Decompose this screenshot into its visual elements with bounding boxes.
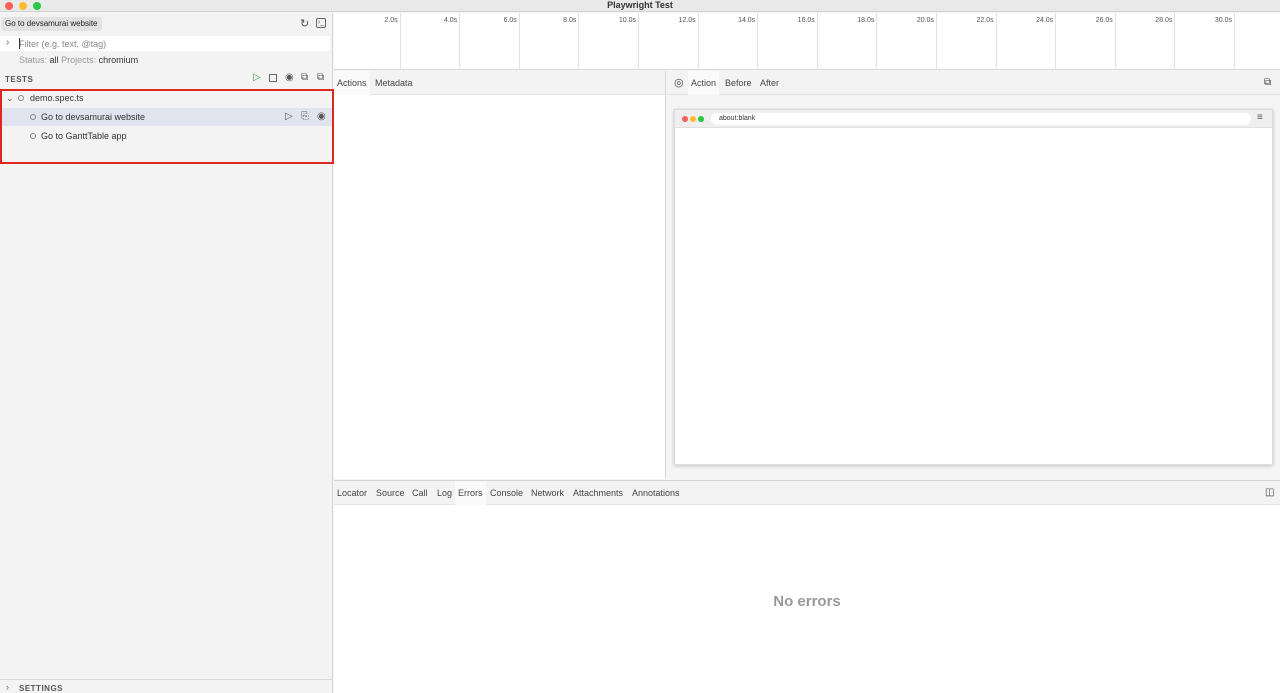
settings-section[interactable]: › SETTINGS bbox=[0, 679, 333, 693]
tab-after[interactable]: After bbox=[757, 71, 782, 95]
timeline-tick-label: 10.0s bbox=[618, 17, 636, 24]
title-bar: Playwright Test bbox=[0, 0, 1280, 12]
timeline-gridline bbox=[1055, 13, 1057, 70]
timeline-gridline bbox=[1174, 13, 1176, 70]
timeline-gridline bbox=[578, 13, 580, 70]
tab-actions[interactable]: Actions bbox=[334, 71, 370, 95]
tab-annotations[interactable]: Annotations bbox=[629, 481, 683, 505]
timeline-tick-label: 14.0s bbox=[738, 17, 756, 24]
tab-metadata[interactable]: Metadata bbox=[372, 71, 416, 95]
status-circle-icon bbox=[18, 95, 24, 101]
status-value: all bbox=[49, 55, 59, 65]
status-circle-icon bbox=[30, 114, 36, 120]
chevron-right-icon[interactable]: › bbox=[6, 682, 9, 692]
timeline-tick-label: 26.0s bbox=[1095, 17, 1113, 24]
reload-icon[interactable]: ↻ bbox=[300, 18, 309, 30]
tab-log[interactable]: Log bbox=[434, 481, 455, 505]
timeline-gridline bbox=[936, 13, 937, 70]
timeline-tick-label: 18.0s bbox=[857, 17, 875, 24]
timeline-tick-label: 22.0s bbox=[976, 17, 994, 24]
tree-test-row[interactable]: Go to devsamurai website ▷ ⎘ ◉ bbox=[0, 108, 333, 126]
tests-header: TESTS bbox=[5, 75, 34, 84]
timeline-gridline bbox=[995, 13, 997, 70]
timeline-gridline bbox=[876, 13, 878, 70]
timeline-gridline bbox=[816, 13, 818, 70]
browser-dot-yellow bbox=[690, 116, 696, 122]
timeline-tick-label: 2.0s bbox=[384, 17, 398, 24]
snapshot-tabbar: ◎ Action Before After ⧉ bbox=[667, 71, 1280, 95]
test-label: Go to GanttTable app bbox=[41, 131, 127, 141]
tab-network[interactable]: Network bbox=[528, 481, 567, 505]
projects-key: Projects: bbox=[61, 55, 97, 65]
timeline-tick-label: 6.0s bbox=[503, 17, 517, 24]
timeline-tick-label: 20.0s bbox=[916, 17, 934, 24]
snapshot-panel: ◎ Action Before After ⧉ about:blank ≡ bbox=[667, 71, 1280, 479]
timeline-gridline bbox=[1114, 13, 1116, 70]
timeline-gridline bbox=[518, 13, 520, 70]
timeline-tick-label: 24.0s bbox=[1036, 17, 1054, 24]
tab-locator[interactable]: Locator bbox=[334, 481, 370, 505]
bottom-panel: ◫ Locator Source Call Log Errors Console Netwo… bbox=[334, 480, 1280, 693]
menu-icon: ≡ bbox=[1257, 112, 1263, 123]
stop-icon[interactable] bbox=[269, 74, 277, 82]
status-filter[interactable]: Status: all Projects: chromium bbox=[19, 55, 138, 65]
test-label: Go to devsamurai website bbox=[41, 112, 146, 122]
expand-all-icon[interactable]: ⧉ bbox=[301, 72, 308, 84]
projects-value: chromium bbox=[98, 55, 139, 65]
browser-dot-red bbox=[682, 116, 688, 122]
filter-row: › bbox=[0, 36, 330, 51]
timeline-tick-label: 30.0s bbox=[1214, 17, 1232, 24]
tab-source[interactable]: Source bbox=[373, 481, 408, 505]
tree-file-row[interactable]: ⌄ demo.spec.ts bbox=[0, 89, 333, 107]
run-all-icon[interactable]: ▷ bbox=[253, 72, 261, 84]
timeline-tick-label: 16.0s bbox=[797, 17, 815, 24]
actions-tabbar: Actions Metadata bbox=[334, 71, 665, 95]
timeline-tick-label: 4.0s bbox=[443, 17, 458, 24]
timeline-tick-label: 8.0s bbox=[563, 17, 577, 24]
timeline-gridline bbox=[697, 13, 699, 70]
status-circle-icon bbox=[30, 133, 36, 139]
go-to-source-icon[interactable]: ⎘ bbox=[301, 108, 309, 126]
window-title: Playwright Test bbox=[607, 0, 673, 10]
tab-errors[interactable]: Errors bbox=[455, 481, 486, 505]
terminal-icon[interactable]: ›_ bbox=[316, 18, 326, 28]
tab-action[interactable]: Action bbox=[688, 71, 720, 95]
browser-frame: about:blank ≡ bbox=[674, 109, 1273, 465]
tooltip: Go to devsamurai website bbox=[1, 17, 102, 31]
text-caret bbox=[19, 38, 20, 49]
tab-call[interactable]: Call bbox=[409, 481, 431, 505]
timeline[interactable]: 2.0s 4.0s 6.0s 8.0s 10.0s 12.0s 14.0s 16.0s 18.0… bbox=[334, 13, 1280, 70]
status-key: Status: bbox=[19, 55, 48, 65]
bottom-tabbar: ◫ Locator Source Call Log Errors Console Netwo… bbox=[334, 481, 1280, 505]
timeline-gridline bbox=[459, 13, 461, 70]
url-field: about:blank bbox=[711, 113, 1251, 125]
toggle-layout-icon[interactable]: ◫ bbox=[1262, 481, 1277, 505]
tree-test-row[interactable]: Go to GanttTable app bbox=[0, 127, 333, 145]
browser-bar: about:blank ≡ bbox=[675, 110, 1272, 128]
locator-picker-icon[interactable]: ◎ bbox=[671, 71, 687, 95]
actions-panel: Actions Metadata bbox=[334, 71, 666, 479]
timeline-gridline bbox=[638, 13, 639, 70]
watch-test-icon[interactable]: ◉ bbox=[317, 108, 326, 126]
sidebar: Go to devsamurai website ↻ ›_ › Status: … bbox=[0, 13, 334, 693]
chevron-down-icon[interactable]: ⌄ bbox=[6, 89, 14, 107]
run-test-icon[interactable]: ▷ bbox=[285, 108, 293, 126]
timeline-gridline bbox=[757, 13, 759, 70]
timeline-gridline bbox=[1234, 13, 1235, 70]
no-errors-message: No errors bbox=[773, 593, 841, 610]
chevron-right-icon[interactable]: › bbox=[6, 37, 9, 48]
tab-before[interactable]: Before bbox=[722, 71, 755, 95]
watch-all-icon[interactable]: ◉ bbox=[285, 72, 294, 84]
collapse-all-icon[interactable]: ⧉ bbox=[317, 72, 324, 84]
browser-dot-green bbox=[698, 116, 704, 122]
open-external-icon[interactable]: ⧉ bbox=[1261, 71, 1274, 95]
timeline-tick-label: 28.0s bbox=[1155, 17, 1173, 24]
timeline-gridline bbox=[399, 13, 401, 70]
tab-attachments[interactable]: Attachments bbox=[570, 481, 626, 505]
file-label: demo.spec.ts bbox=[30, 93, 84, 103]
tab-console[interactable]: Console bbox=[487, 481, 526, 505]
settings-label: SETTINGS bbox=[19, 684, 64, 693]
timeline-tick-label: 12.0s bbox=[678, 17, 696, 24]
filter-input[interactable] bbox=[19, 36, 319, 51]
